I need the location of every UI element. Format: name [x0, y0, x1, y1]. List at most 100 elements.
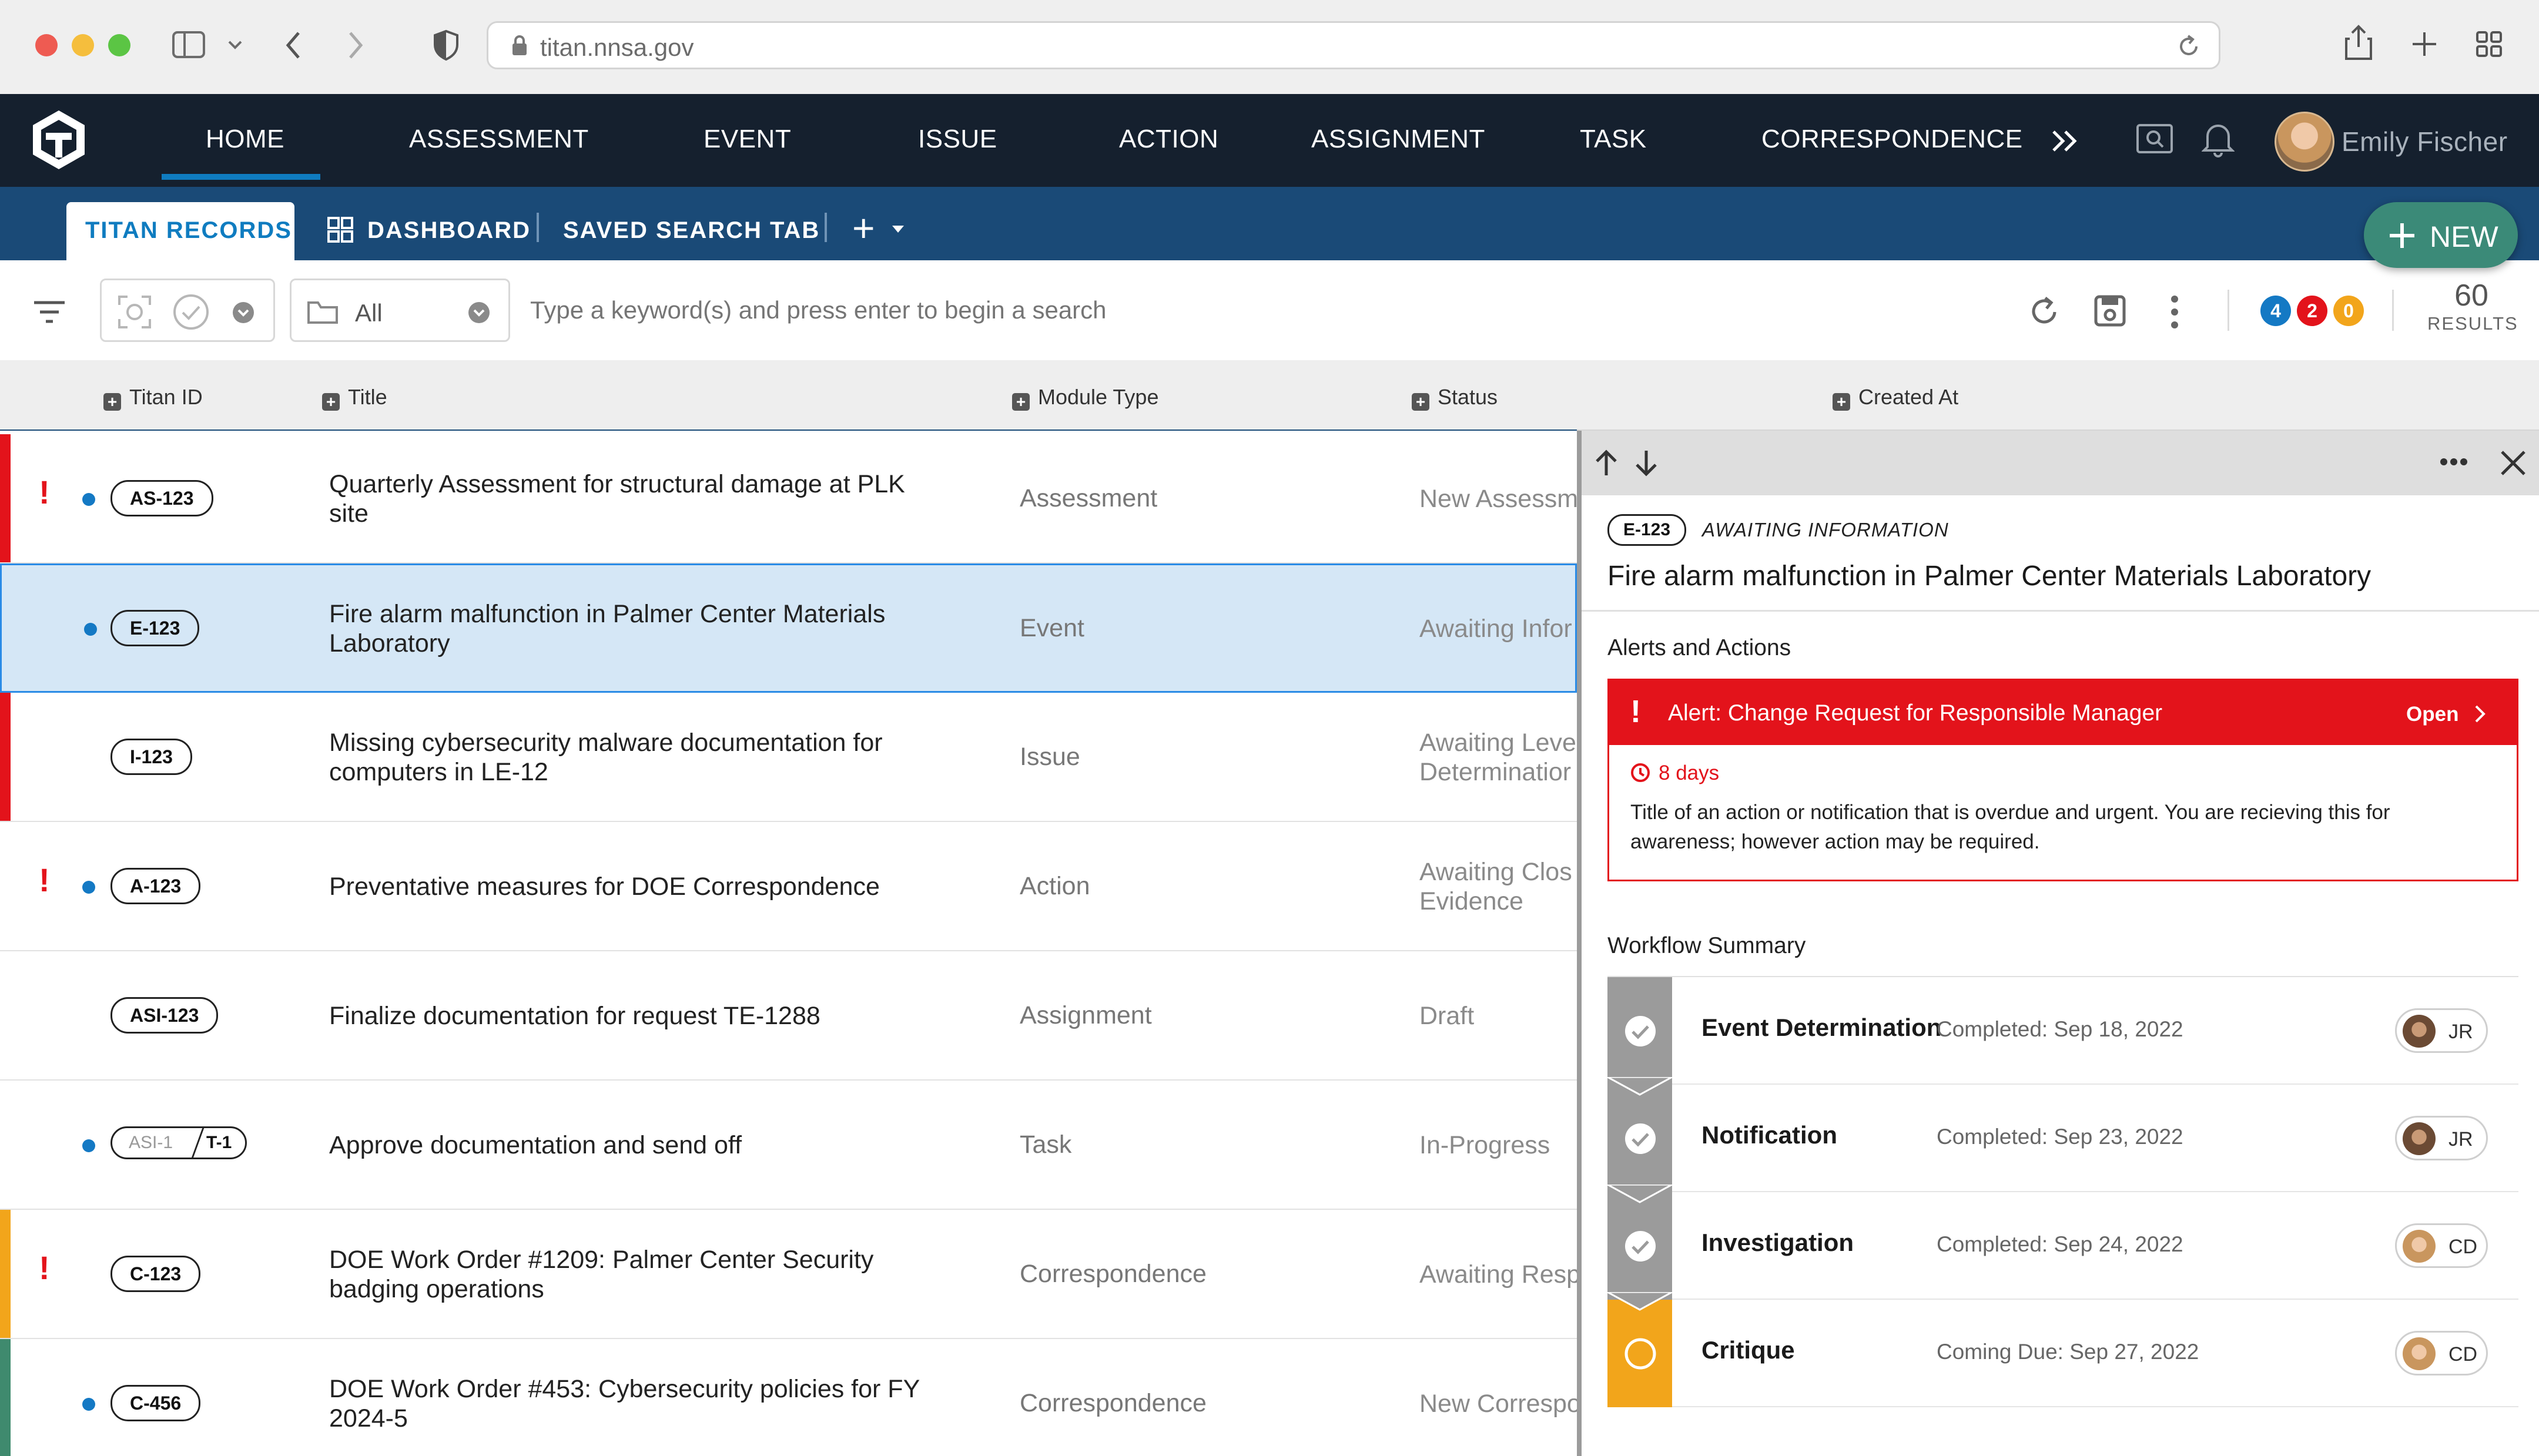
arrow-down-icon[interactable]	[1633, 448, 1659, 478]
assignee-chip[interactable]: CD	[2395, 1331, 2488, 1376]
results-label: RESULTS	[2427, 313, 2518, 334]
refresh-icon[interactable]	[2028, 294, 2061, 327]
nav-correspondence[interactable]: CORRESPONDENCE	[1761, 125, 2023, 154]
bell-icon[interactable]	[2202, 120, 2235, 157]
nav-assignment[interactable]: ASSIGNMENT	[1311, 125, 1485, 154]
table-row[interactable]: ASI-123 Finalize documentation for reque…	[0, 951, 1577, 1081]
column-title[interactable]: + Title	[322, 385, 387, 411]
add-tab-button[interactable]: +	[852, 206, 876, 250]
table-row[interactable]: ASI-1 T-1 Approve documentation and send…	[0, 1081, 1577, 1210]
step-name: Notification	[1701, 1121, 1837, 1149]
address-bar[interactable]: titan.nnsa.gov	[487, 21, 2220, 69]
alert-icon: !	[39, 861, 50, 898]
urgent-count-badge[interactable]: 2	[2297, 296, 2327, 326]
check-circle-icon[interactable]	[172, 293, 210, 331]
table-row[interactable]: ! AS-123 Quarterly Assessment for struct…	[0, 434, 1577, 563]
record-id-badge[interactable]: AS-123	[110, 480, 213, 516]
folder-icon	[307, 301, 338, 324]
search-input[interactable]	[529, 288, 1942, 332]
tab-dashboard[interactable]: DASHBOARD	[367, 217, 531, 244]
maximize-window-button[interactable]	[108, 34, 130, 56]
caret-down-icon[interactable]	[891, 224, 905, 234]
detail-record-id-badge[interactable]: E-123	[1607, 514, 1687, 546]
column-titan-id[interactable]: + Titan ID	[103, 385, 203, 411]
user-avatar[interactable]	[2275, 112, 2334, 172]
focus-select-icon[interactable]	[117, 294, 152, 330]
nav-issue[interactable]: ISSUE	[918, 125, 997, 154]
new-tab-icon[interactable]	[2411, 31, 2438, 58]
assignee-avatar	[2403, 1337, 2436, 1370]
close-window-button[interactable]	[35, 34, 58, 56]
record-id[interactable]: T-1	[206, 1133, 232, 1153]
more-nav-icon[interactable]	[2051, 129, 2082, 153]
forward-icon[interactable]	[347, 29, 364, 61]
record-title[interactable]: Fire alarm malfunction in Palmer Center …	[329, 599, 946, 658]
record-id-badge[interactable]: ASI-123	[110, 997, 219, 1034]
back-icon[interactable]	[284, 29, 302, 61]
reload-icon[interactable]	[2176, 33, 2201, 59]
alert-open-link[interactable]: Open	[2406, 703, 2458, 726]
record-module: Correspondence	[1020, 1260, 1207, 1288]
record-id-badge[interactable]: I-123	[110, 739, 192, 775]
record-id-badge[interactable]: C-456	[110, 1385, 201, 1421]
record-module: Action	[1020, 872, 1090, 900]
record-title[interactable]: Approve documentation and send off	[329, 1130, 946, 1160]
table-row[interactable]: ! A-123 Preventative measures for DOE Co…	[0, 822, 1577, 951]
save-search-icon[interactable]	[2093, 294, 2126, 327]
record-id-badge[interactable]: C-123	[110, 1256, 201, 1292]
workflow-step[interactable]: Notification Completed: Sep 23, 2022 JR	[1607, 1085, 2518, 1192]
table-row[interactable]: C-456 DOE Work Order #453: Cybersecurity…	[0, 1339, 1577, 1456]
record-id-badge[interactable]: E-123	[110, 610, 200, 646]
folder-select[interactable]: All	[290, 279, 510, 342]
record-title[interactable]: Finalize documentation for request TE-12…	[329, 1001, 946, 1031]
nav-home[interactable]: HOME	[206, 125, 284, 154]
chevron-right-icon[interactable]	[2473, 704, 2487, 724]
column-status[interactable]: + Status	[1412, 385, 1498, 411]
table-row-selected[interactable]: E-123 Fire alarm malfunction in Palmer C…	[0, 563, 1577, 693]
alert-header[interactable]: ! Alert: Change Request for Responsible …	[1609, 680, 2517, 745]
share-icon[interactable]	[2344, 25, 2373, 61]
arrow-up-icon[interactable]	[1593, 448, 1619, 478]
workflow-step[interactable]: Event Determination Completed: Sep 18, 2…	[1607, 977, 2518, 1085]
record-title[interactable]: DOE Work Order #453: Cybersecurity polic…	[329, 1374, 946, 1433]
more-options-icon[interactable]	[2168, 294, 2182, 330]
user-name[interactable]: Emily Fischer	[2342, 126, 2508, 157]
workflow-step[interactable]: Critique Coming Due: Sep 27, 2022 CD	[1607, 1300, 2518, 1407]
nav-event[interactable]: EVENT	[704, 125, 791, 154]
tab-titan-records-label[interactable]: TITAN RECORDS	[85, 217, 292, 244]
shield-icon[interactable]	[433, 29, 460, 61]
column-module-type[interactable]: + Module Type	[1012, 385, 1158, 411]
nav-task[interactable]: TASK	[1580, 125, 1647, 154]
record-id-badge[interactable]: A-123	[110, 868, 201, 904]
more-horizontal-icon[interactable]	[2440, 458, 2468, 466]
record-title[interactable]: Missing cybersecurity malware documentat…	[329, 728, 946, 787]
titan-logo-icon[interactable]	[26, 107, 92, 173]
assignee-chip[interactable]: JR	[2395, 1116, 2488, 1160]
info-count-badge[interactable]: 4	[2260, 296, 2291, 326]
search-records-icon[interactable]	[2136, 123, 2173, 156]
tab-saved-search[interactable]: SAVED SEARCH TAB	[563, 217, 820, 244]
close-icon[interactable]	[2500, 449, 2527, 477]
table-row[interactable]: ! C-123 DOE Work Order #1209: Palmer Cen…	[0, 1210, 1577, 1339]
record-title[interactable]: DOE Work Order #1209: Palmer Center Secu…	[329, 1245, 946, 1304]
new-record-button[interactable]: NEW	[2364, 202, 2518, 268]
sidebar-toggle-icon[interactable]	[172, 31, 207, 60]
record-title[interactable]: Quarterly Assessment for structural dama…	[329, 469, 946, 528]
nav-assessment[interactable]: ASSESSMENT	[409, 125, 589, 154]
assignee-chip[interactable]: CD	[2395, 1223, 2488, 1268]
tab-overview-icon[interactable]	[2476, 31, 2503, 58]
table-row[interactable]: I-123 Missing cybersecurity malware docu…	[0, 693, 1577, 822]
workflow-step[interactable]: Investigation Completed: Sep 24, 2022 CD	[1607, 1192, 2518, 1300]
minimize-window-button[interactable]	[72, 34, 94, 56]
record-title[interactable]: Preventative measures for DOE Correspond…	[329, 872, 946, 901]
warning-count-badge[interactable]: 0	[2333, 296, 2364, 326]
column-created-at[interactable]: + Created At	[1833, 385, 1958, 411]
dropdown-circle-icon[interactable]	[232, 301, 254, 324]
nav-action[interactable]: ACTION	[1119, 125, 1218, 154]
chevron-down-icon[interactable]	[227, 39, 244, 52]
record-id-badge-group[interactable]: ASI-1 T-1	[110, 1126, 247, 1159]
record-status: Awaiting Clos Evidence	[1419, 858, 1572, 915]
assignee-chip[interactable]: JR	[2395, 1008, 2488, 1053]
filter-icon[interactable]	[33, 300, 66, 324]
parent-record-id[interactable]: ASI-1	[129, 1133, 173, 1153]
